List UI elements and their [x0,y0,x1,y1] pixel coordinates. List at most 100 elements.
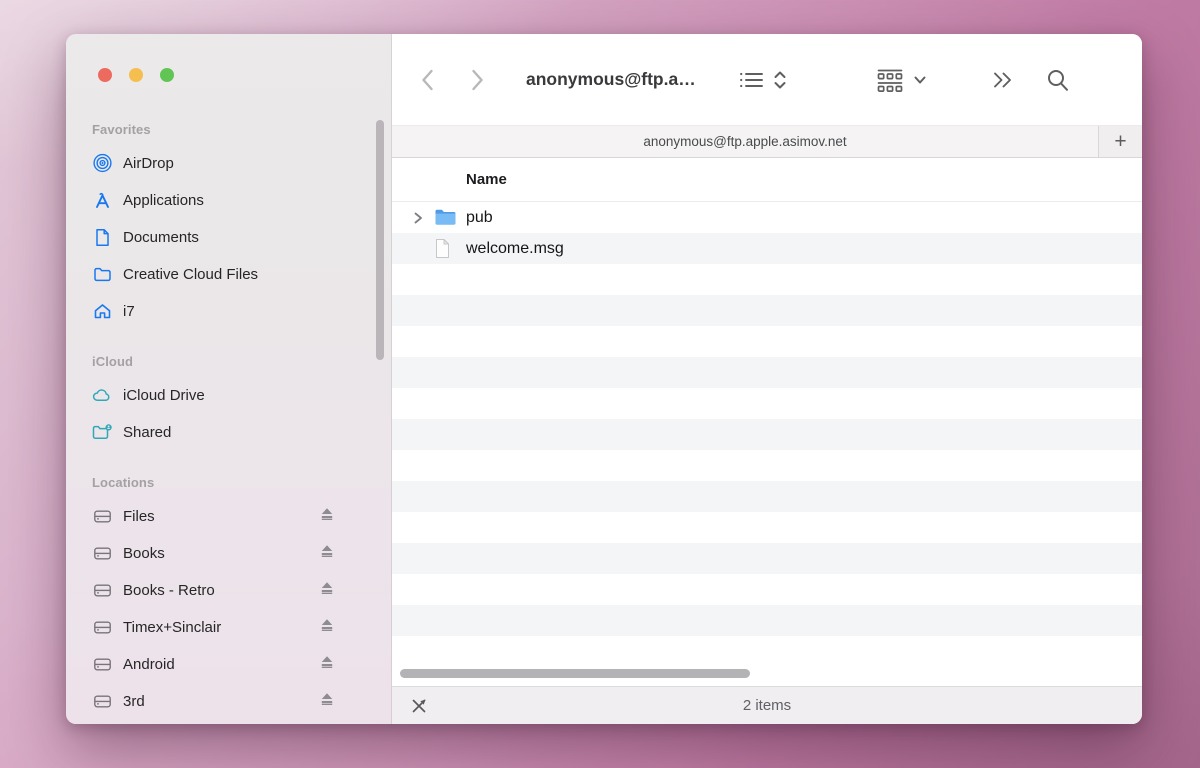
file-icon [434,238,451,259]
file-name: pub [466,209,493,227]
airdrop-icon [90,153,114,174]
folder-icon [434,208,457,227]
double-chevron-icon [991,70,1015,90]
toolbar-overflow-button[interactable] [991,70,1015,90]
new-tab-button[interactable]: + [1098,126,1142,157]
sidebar: Favorites AirDrop Applications Documents… [66,34,392,724]
zoom-button[interactable] [160,68,174,82]
chevron-right-icon [473,71,481,89]
disk-icon [90,617,114,638]
eject-icon [319,654,335,675]
sidebar-item-icloud-drive[interactable]: iCloud Drive [90,377,391,414]
search-icon [1045,67,1071,93]
chevron-left-icon [423,71,431,89]
sidebar-section-locations: Locations Files Books Books - Retro Time… [90,475,391,720]
forward-button[interactable] [466,67,488,93]
chevron-down-icon [913,75,927,85]
sidebar-item-books[interactable]: Books [90,535,391,572]
sidebar-item-label: Android [123,656,175,673]
finder-window: Favorites AirDrop Applications Documents… [66,34,1142,724]
eject-icon [319,617,335,638]
disk-icon [90,691,114,712]
column-header-name[interactable]: Name [392,171,507,188]
eject-button[interactable] [319,691,335,712]
view-switcher-button[interactable] [738,68,788,92]
eject-icon [319,543,335,564]
sidebar-item-documents[interactable]: Documents [90,219,391,256]
disk-icon [90,506,114,527]
eject-button[interactable] [319,506,335,527]
sidebar-item-label: Books [123,545,165,562]
item-count: 2 items [392,697,1142,714]
sidebar-nav: Favorites AirDrop Applications Documents… [66,82,391,720]
search-button[interactable] [1045,67,1071,93]
file-row[interactable]: welcome.msg [392,233,1142,264]
status-bar: 2 items [392,686,1142,724]
disclosure-chevron-icon[interactable] [412,211,426,225]
horizontal-scrollbar-thumb[interactable] [400,669,750,678]
documents-icon [90,227,114,248]
icloud-icon [90,385,114,406]
eject-button[interactable] [319,617,335,638]
file-name: welcome.msg [466,240,564,258]
sort-chevrons-icon [772,68,788,92]
home-icon [90,301,114,322]
sidebar-item-label: Documents [123,229,199,246]
list-view-icon [738,69,764,91]
column-header[interactable]: Name [392,158,1142,202]
sidebar-item-label: Timex+Sinclair [123,619,221,636]
sidebar-item-label: Applications [123,192,204,209]
close-button[interactable] [98,68,112,82]
sidebar-item-applications[interactable]: Applications [90,182,391,219]
disk-icon [90,543,114,564]
eject-button[interactable] [319,654,335,675]
group-by-button[interactable] [876,67,927,93]
tab-bar: anonymous@ftp.apple.asimov.net + [392,125,1142,158]
sidebar-item-android[interactable]: Android [90,646,391,683]
sidebar-section-favorites: Favorites AirDrop Applications Documents… [90,122,391,330]
sidebar-item-label: i7 [123,303,135,320]
sidebar-item-label: Files [123,508,155,525]
toolbar: anonymous@ftp.a… [392,34,1142,125]
horizontal-scrollbar-track[interactable] [392,660,1142,686]
folder-outline-icon [90,264,114,285]
sidebar-item-creative-cloud-files[interactable]: Creative Cloud Files [90,256,391,293]
sidebar-scrollbar[interactable] [376,120,384,360]
sidebar-item-timex-sinclair[interactable]: Timex+Sinclair [90,609,391,646]
applications-icon [90,190,114,211]
group-grid-icon [876,67,904,93]
file-row[interactable]: pub [392,202,1142,233]
eject-icon [319,506,335,527]
tab-active[interactable]: anonymous@ftp.apple.asimov.net [392,126,1098,157]
minimize-button[interactable] [129,68,143,82]
shared-folder-icon [90,422,114,443]
back-button[interactable] [416,67,438,93]
sidebar-section-title: iCloud [92,354,391,369]
sidebar-item-label: Shared [123,424,171,441]
window-title: anonymous@ftp.a… [526,69,696,90]
disconnect-button[interactable] [410,697,428,715]
sidebar-item-books-retro[interactable]: Books - Retro [90,572,391,609]
sidebar-item-label: Creative Cloud Files [123,266,258,283]
sidebar-section-icloud: iCloud iCloud Drive Shared [90,354,391,451]
sidebar-section-title: Favorites [92,122,391,137]
sidebar-item-3rd[interactable]: 3rd [90,683,391,720]
traffic-lights [66,34,391,82]
sidebar-item-shared[interactable]: Shared [90,414,391,451]
eject-icon [319,691,335,712]
file-list: pub welcome.msg [392,202,1142,660]
sidebar-item-label: iCloud Drive [123,387,205,404]
disk-icon [90,654,114,675]
sidebar-item-label: Books - Retro [123,582,215,599]
sidebar-item-airdrop[interactable]: AirDrop [90,145,391,182]
sidebar-item-label: 3rd [123,693,145,710]
main-pane: anonymous@ftp.a… [392,34,1142,724]
eject-icon [319,580,335,601]
sidebar-item-i7[interactable]: i7 [90,293,391,330]
eject-button[interactable] [319,580,335,601]
disk-icon [90,580,114,601]
eject-button[interactable] [319,543,335,564]
sidebar-section-title: Locations [92,475,391,490]
sidebar-item-label: AirDrop [123,155,174,172]
sidebar-item-files[interactable]: Files [90,498,391,535]
